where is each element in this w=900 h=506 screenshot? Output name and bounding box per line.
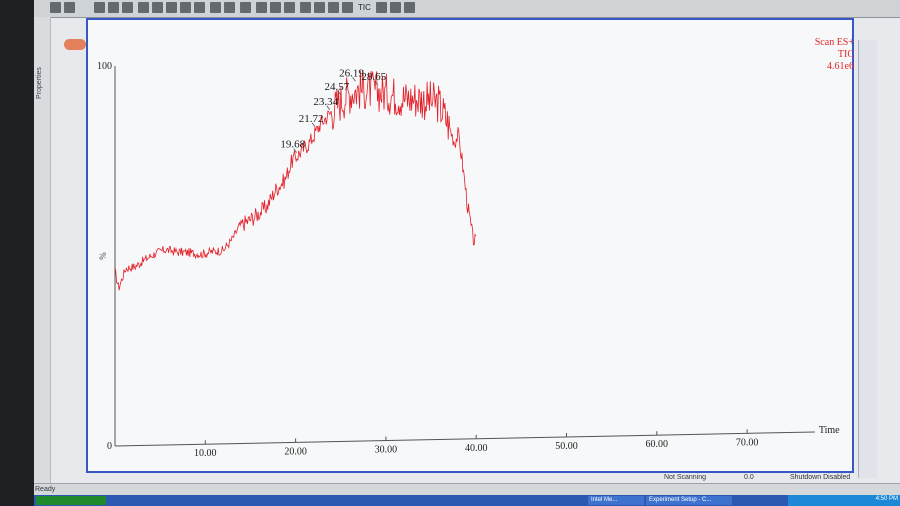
x-tick-label: 60.00 — [646, 439, 669, 450]
clock: 4:50 PM — [875, 496, 898, 502]
y-axis-label: % — [98, 252, 108, 260]
system-tray: 4:50 PM — [788, 495, 900, 506]
y-tick-label: 100 — [97, 61, 112, 72]
x-tick-label: 30.00 — [375, 445, 398, 456]
windows-taskbar: Intel Me... Experiment Setup - C... 4:50… — [34, 495, 900, 506]
x-tick-label: 70.00 — [736, 437, 759, 448]
shutdown-status: Shutdown Disabled — [790, 474, 851, 481]
x-axis-label: Time — [819, 425, 840, 436]
peak-label: 24.57 — [324, 81, 349, 93]
taskbar-intel[interactable]: Intel Me... — [588, 496, 644, 505]
peak-label: 28.65 — [361, 71, 386, 83]
vertical-scrollbar[interactable] — [858, 40, 877, 478]
chromatogram-chart: 10.00 20.00 30.00 40.00 50.00 60.00 70.00 0 100%… — [97, 61, 840, 459]
peak-label: 23.34 — [313, 96, 338, 108]
x-tick-label: 20.00 — [284, 446, 307, 457]
counter-value: 0.0 — [744, 474, 754, 481]
taskbar-experiment-setup[interactable]: Experiment Setup - C... — [646, 496, 732, 505]
x-tick-label: 10.00 — [194, 448, 217, 459]
x-tick-label: 40.00 — [465, 443, 488, 454]
start-button[interactable] — [36, 496, 106, 505]
peak-label: 21.72 — [299, 113, 324, 125]
tic-trace — [114, 69, 477, 291]
scan-state: Not Scanning — [664, 474, 707, 481]
peak-label: 19.68 — [280, 139, 305, 151]
y-tick-label: 0 — [107, 441, 112, 452]
monitor-screen: TIC Properties bjq1z-4 Scan ES+ TIC 4.61… — [34, 0, 900, 506]
x-tick-label: 50.00 — [555, 441, 578, 452]
ready-status: Ready — [35, 486, 56, 493]
